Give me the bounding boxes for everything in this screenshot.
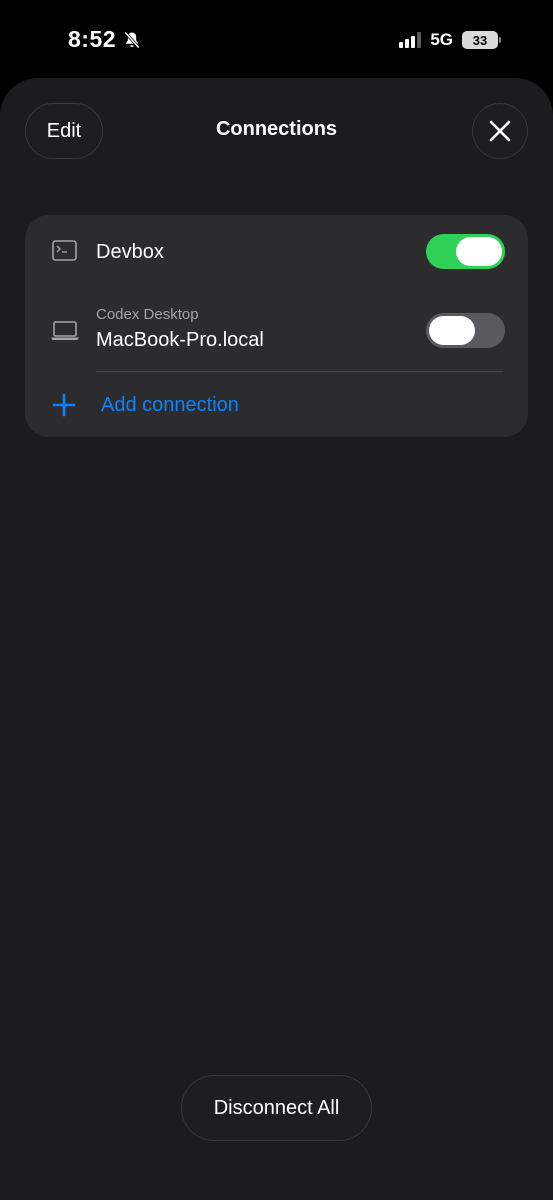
plus-icon <box>52 393 76 417</box>
connections-card: Devbox Codex Desktop MacBook-Pro.local A… <box>25 215 528 437</box>
signal-icon <box>399 32 422 48</box>
battery-icon: 33 <box>462 31 501 49</box>
laptop-icon <box>51 321 79 340</box>
status-right: 5G 33 <box>399 30 501 50</box>
battery-level: 33 <box>462 31 498 49</box>
bell-slash-icon <box>124 31 140 48</box>
network-label: 5G <box>430 30 453 49</box>
sheet-title: Connections <box>215 118 338 140</box>
time-label: 8:52 <box>68 26 117 52</box>
divider <box>96 371 503 372</box>
devbox-toggle[interactable] <box>426 234 505 269</box>
add-connection-button[interactable]: Add connection <box>25 373 528 437</box>
connection-subtitle: Codex Desktop <box>96 306 199 323</box>
status-time: 8:52 <box>68 26 142 53</box>
connection-title: MacBook-Pro.local <box>96 329 264 351</box>
add-connection-label: Add connection <box>101 394 239 416</box>
connection-title: Devbox <box>96 241 164 263</box>
close-icon <box>489 120 511 142</box>
connections-sheet: Edit Connections Devbox Codex Desktop Ma… <box>0 78 553 1200</box>
terminal-icon <box>52 240 77 261</box>
macbook-toggle[interactable] <box>426 313 505 348</box>
connection-row-macbook[interactable]: Codex Desktop MacBook-Pro.local <box>25 291 528 371</box>
status-bar: 8:52 5G 33 <box>0 0 553 80</box>
connection-row-devbox[interactable]: Devbox <box>25 215 528 291</box>
disconnect-all-button[interactable]: Disconnect All <box>181 1075 372 1141</box>
close-button[interactable] <box>472 103 528 159</box>
